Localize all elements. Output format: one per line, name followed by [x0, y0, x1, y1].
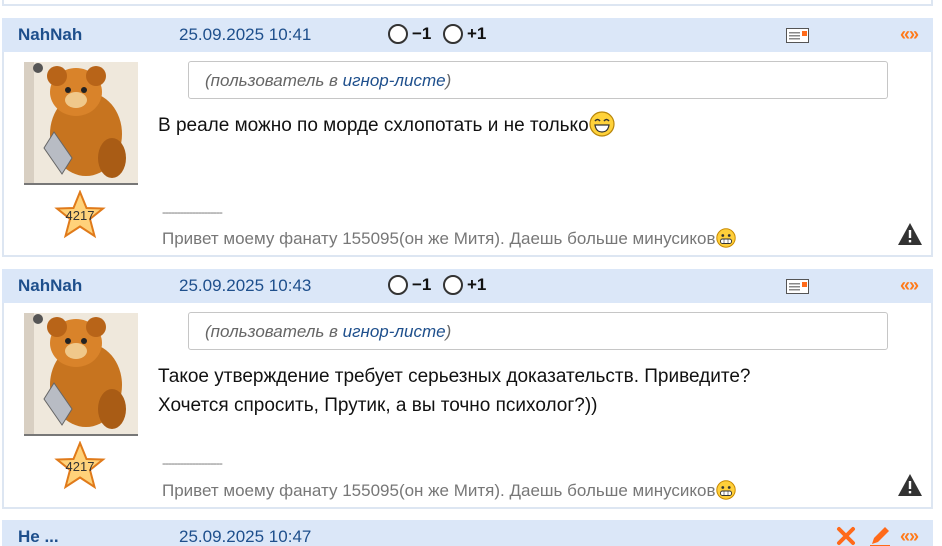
quote-button[interactable]: «» [900, 24, 919, 45]
post-date[interactable]: 25.09.2025 10:47 [179, 527, 311, 546]
post-text-line: Хочется спросить, Прутик, а вы точно пси… [158, 395, 598, 416]
ignore-suffix: ) [445, 71, 452, 90]
ignore-notice: (пользователь в игнор-листе) [188, 61, 888, 99]
vote-minus-radio[interactable] [388, 275, 408, 295]
author-link[interactable]: NahNah [18, 25, 82, 45]
post-date[interactable]: 25.09.2025 10:43 [179, 276, 311, 296]
post-body: 4217 (пользователь в игнор-листе) Такое … [2, 303, 933, 509]
grin-smiley-icon [715, 480, 736, 500]
warning-icon[interactable] [897, 222, 923, 246]
author-link[interactable]: Не ... [18, 527, 59, 546]
post-date[interactable]: 25.09.2025 10:41 [179, 25, 311, 45]
rating-value: 4217 [65, 459, 95, 474]
vote-minus-option[interactable]: −1 [388, 24, 431, 44]
warning-icon[interactable] [897, 473, 923, 497]
vote-plus-option[interactable]: +1 [443, 24, 486, 44]
signature: Привет моему фанату 155095(он же Митя). … [162, 228, 736, 249]
quote-button[interactable]: «» [900, 526, 919, 546]
ignore-notice: (пользователь в игнор-листе) [188, 312, 888, 350]
ignore-list-link[interactable]: игнор-листе [343, 71, 446, 90]
signature-text: Привет моему фанату 155095(он же Митя). … [162, 229, 716, 248]
post-header: NahNah 25.09.2025 10:43 −1 +1 «» [2, 269, 933, 303]
ignore-suffix: ) [445, 322, 452, 341]
laughing-smiley-icon [589, 111, 615, 137]
avatar[interactable] [24, 313, 138, 436]
ignore-prefix: (пользователь в [205, 71, 343, 90]
vote-minus-radio[interactable] [388, 24, 408, 44]
grin-smiley-icon [715, 228, 736, 248]
vote-plus-radio[interactable] [443, 24, 463, 44]
post-text-line: В реале можно по морде схлопотать и не т… [158, 115, 589, 136]
forum-post: Не ... 25.09.2025 10:47 «» [2, 520, 933, 546]
forum-post: NahNah 25.09.2025 10:41 −1 +1 «» 4217 (п… [2, 18, 933, 257]
post-header: NahNah 25.09.2025 10:41 −1 +1 «» [2, 18, 933, 52]
vote-plus-label: +1 [467, 275, 487, 294]
post-body: 4217 (пользователь в игнор-листе) В реал… [2, 52, 933, 257]
message-icon[interactable] [786, 279, 809, 294]
signature-separator: -------------------- [162, 456, 223, 470]
vote-minus-option[interactable]: −1 [388, 275, 431, 295]
vote-plus-radio[interactable] [443, 275, 463, 295]
forum-post: NahNah 25.09.2025 10:43 −1 +1 «» 4217 (п… [2, 269, 933, 509]
rating-badge: 4217 [54, 189, 106, 240]
ignore-list-link[interactable]: игнор-листе [343, 322, 446, 341]
message-icon[interactable] [786, 28, 809, 43]
previous-post-bottom [2, 0, 933, 6]
delete-icon[interactable] [836, 526, 856, 546]
vote-plus-option[interactable]: +1 [443, 275, 486, 295]
vote-minus-label: −1 [412, 275, 432, 294]
post-text: В реале можно по морде схлопотать и не т… [158, 111, 615, 140]
rating-badge: 4217 [54, 440, 106, 491]
ignore-prefix: (пользователь в [205, 322, 343, 341]
edit-icon[interactable] [868, 524, 892, 546]
post-text-line: Такое утверждение требует серьезных дока… [158, 366, 751, 387]
vote-minus-label: −1 [412, 24, 432, 43]
signature-separator: -------------------- [162, 205, 223, 219]
avatar[interactable] [24, 62, 138, 185]
signature: Привет моему фанату 155095(он же Митя). … [162, 480, 736, 501]
post-header: Не ... 25.09.2025 10:47 «» [2, 520, 933, 546]
quote-button[interactable]: «» [900, 275, 919, 296]
post-text: Такое утверждение требует серьезных дока… [158, 362, 750, 420]
rating-value: 4217 [65, 208, 95, 223]
signature-text: Привет моему фанату 155095(он же Митя). … [162, 481, 716, 500]
vote-plus-label: +1 [467, 24, 487, 43]
author-link[interactable]: NahNah [18, 276, 82, 296]
